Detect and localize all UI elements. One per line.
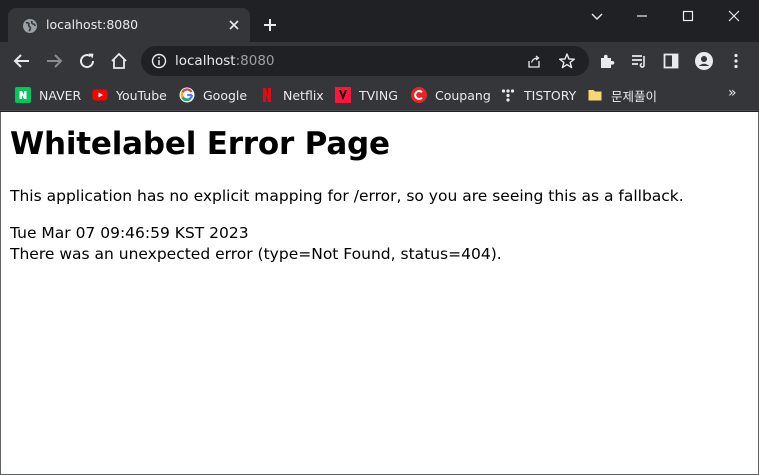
naver-icon	[15, 87, 31, 103]
active-tab[interactable]: localhost:8080	[8, 8, 250, 42]
bookmark-label: NAVER	[39, 87, 82, 103]
bookmark-label: Google	[203, 87, 248, 103]
bookmark-netflix[interactable]: Netflix	[259, 85, 324, 105]
bookmark-tving[interactable]: TVING	[335, 85, 398, 105]
error-details: There was an unexpected error (type=Not …	[10, 245, 502, 263]
browser-toolbar: localhost:8080	[0, 42, 759, 80]
bookmarks-bar: NAVER YouTube Google Netflix TVING Coupa…	[0, 80, 759, 111]
page-content: Whitelabel Error Page This application h…	[0, 112, 759, 475]
bookmark-label: TVING	[359, 87, 398, 103]
youtube-icon	[92, 89, 108, 101]
new-tab-icon[interactable]	[262, 17, 278, 33]
address-bar[interactable]: localhost:8080	[141, 46, 589, 76]
close-window-icon[interactable]	[724, 6, 744, 26]
bookmark-coupang[interactable]: Coupang	[411, 85, 491, 105]
address-text: localhost:8080	[175, 53, 275, 69]
bookmark-label: Netflix	[283, 87, 324, 103]
back-arrow-icon[interactable]	[12, 51, 32, 71]
bookmark-youtube[interactable]: YouTube	[92, 85, 167, 105]
bookmark-star-icon[interactable]	[558, 52, 576, 70]
profile-avatar-icon[interactable]	[694, 51, 714, 71]
reading-list-icon[interactable]	[629, 51, 649, 71]
tistory-icon	[501, 89, 515, 102]
google-icon	[179, 87, 195, 103]
home-icon[interactable]	[109, 51, 129, 71]
tab-search-chevron-icon[interactable]	[587, 6, 607, 26]
side-panel-icon[interactable]	[661, 51, 681, 71]
netflix-icon	[263, 88, 271, 102]
maximize-icon[interactable]	[678, 6, 698, 26]
forward-arrow-icon[interactable]	[44, 51, 64, 71]
tving-icon	[335, 87, 351, 103]
more-bookmarks-button[interactable]: »	[728, 85, 737, 101]
bookmark-google[interactable]: Google	[179, 85, 247, 105]
close-tab-icon[interactable]	[226, 17, 242, 33]
browser-window: localhost:8080 localhost:8080 NAVER YouT…	[0, 0, 759, 475]
address-host: localhost	[175, 53, 236, 69]
extensions-puzzle-icon[interactable]	[597, 51, 617, 71]
coupang-icon	[411, 87, 427, 103]
error-message: This application has no explicit mapping…	[10, 187, 684, 205]
reload-icon[interactable]	[77, 51, 97, 71]
bookmark-naver[interactable]: NAVER	[15, 85, 81, 105]
tab-title: localhost:8080	[46, 17, 139, 32]
menu-kebab-icon[interactable]	[726, 51, 746, 71]
bookmark-label: Coupang	[435, 87, 491, 103]
bookmark-tistory[interactable]: TISTORY	[500, 85, 576, 105]
minimize-icon[interactable]	[632, 6, 652, 26]
page-title: Whitelabel Error Page	[10, 126, 390, 162]
tab-strip: localhost:8080	[0, 0, 759, 42]
share-icon[interactable]	[526, 53, 542, 69]
site-info-icon[interactable]	[151, 53, 167, 69]
folder-icon	[588, 90, 602, 101]
bookmark-label: 문제풀이	[611, 88, 658, 104]
globe-icon	[23, 19, 37, 33]
address-port: :8080	[235, 53, 275, 69]
bookmark-label: YouTube	[116, 87, 167, 103]
bookmark-folder[interactable]: 문제풀이	[587, 85, 657, 105]
error-timestamp: Tue Mar 07 09:46:59 KST 2023	[10, 224, 249, 242]
bookmark-label: TISTORY	[524, 87, 577, 103]
